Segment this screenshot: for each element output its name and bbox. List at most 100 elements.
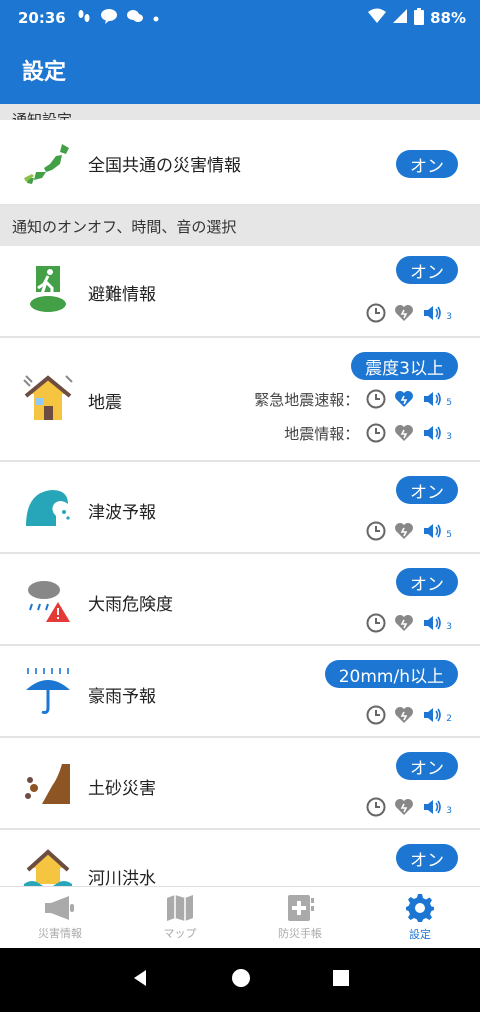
heavy-rain-risk-row[interactable]: 大雨危険度 オン 3 bbox=[0, 554, 480, 646]
status-bar: 20:36 88% bbox=[0, 0, 480, 36]
nav-label: マップ bbox=[163, 927, 197, 940]
status-time: 20:36 bbox=[18, 9, 66, 27]
page-title: 設定 bbox=[22, 60, 67, 85]
clock-icon[interactable] bbox=[365, 796, 387, 818]
vibration-icon[interactable] bbox=[393, 422, 415, 444]
eew-settings[interactable]: 緊急地震速報： 5 bbox=[254, 388, 452, 410]
recents-icon[interactable] bbox=[332, 969, 350, 991]
system-navigation-bar bbox=[0, 948, 480, 1012]
common-disaster-row[interactable]: 全国共通の災害情報 オン bbox=[0, 120, 480, 206]
river-flood-label: 河川洪水 bbox=[88, 869, 156, 886]
landslide-label: 土砂災害 bbox=[88, 779, 156, 799]
gear-icon bbox=[406, 894, 434, 922]
sound-icon[interactable] bbox=[421, 302, 443, 324]
sound-number: 5 bbox=[446, 530, 452, 540]
settings-list[interactable]: 通知設定 全国共通の災害情報 オン 通知のオンオフ、時間、音の選択 避難情報 オ… bbox=[0, 104, 480, 886]
sound-number: 3 bbox=[446, 312, 452, 322]
sound-number: 5 bbox=[446, 398, 452, 408]
river-flood-row[interactable]: 河川洪水 オン 3 bbox=[0, 830, 480, 886]
earthquake-label: 地震 bbox=[88, 393, 122, 413]
sound-icon[interactable] bbox=[421, 422, 443, 444]
nav-label: 防災手帳 bbox=[278, 927, 322, 940]
vibration-icon[interactable] bbox=[393, 796, 415, 818]
clock-icon[interactable] bbox=[365, 612, 387, 634]
earthquake-intensity-pill[interactable]: 震度3以上 bbox=[351, 352, 458, 380]
umbrella-rain-icon bbox=[22, 666, 74, 718]
nav-map[interactable]: マップ bbox=[120, 887, 240, 948]
clock-icon[interactable] bbox=[365, 520, 387, 542]
clock-icon[interactable] bbox=[365, 388, 387, 410]
sound-icon[interactable] bbox=[421, 520, 443, 542]
common-disaster-toggle[interactable]: オン bbox=[396, 150, 458, 178]
nav-settings[interactable]: 設定 bbox=[360, 887, 480, 948]
quake-info-settings[interactable]: 地震情報： 3 bbox=[284, 422, 452, 444]
evacuation-label: 避難情報 bbox=[88, 285, 156, 305]
sound-icon[interactable] bbox=[421, 612, 443, 634]
vibration-icon[interactable] bbox=[393, 302, 415, 324]
tsunami-settings[interactable]: 5 bbox=[365, 520, 452, 542]
back-icon[interactable] bbox=[130, 968, 150, 992]
battery-icon bbox=[414, 7, 425, 29]
tsunami-toggle[interactable]: オン bbox=[396, 476, 458, 504]
section-header-notification: 通知のオンオフ、時間、音の選択 bbox=[0, 206, 480, 246]
bottom-navigation: 災害情報 マップ 防災手帳 設定 bbox=[0, 886, 480, 948]
notification-icons bbox=[76, 8, 160, 28]
eew-label: 緊急地震速報： bbox=[254, 390, 360, 409]
chat-icon bbox=[126, 8, 144, 28]
common-disaster-label: 全国共通の災害情報 bbox=[88, 156, 241, 176]
clock-icon[interactable] bbox=[365, 704, 387, 726]
nav-label: 設定 bbox=[409, 928, 431, 941]
home-icon[interactable] bbox=[231, 968, 251, 992]
flood-icon bbox=[22, 848, 74, 886]
nav-label: 災害情報 bbox=[38, 927, 82, 940]
app-bar: 設定 bbox=[0, 36, 480, 104]
landslide-toggle[interactable]: オン bbox=[396, 752, 458, 780]
earthquake-icon bbox=[22, 374, 74, 426]
sound-number: 3 bbox=[446, 432, 452, 442]
dot-icon bbox=[152, 9, 160, 27]
japan-map-icon bbox=[22, 138, 74, 190]
vibration-icon[interactable] bbox=[393, 520, 415, 542]
clock-icon[interactable] bbox=[365, 422, 387, 444]
earthquake-row[interactable]: 地震 震度3以上 緊急地震速報： 5 地震情報： 3 bbox=[0, 338, 480, 462]
section-title: 通知のオンオフ、時間、音の選択 bbox=[12, 217, 237, 236]
megaphone-icon bbox=[45, 896, 74, 920]
torrential-rain-settings[interactable]: 2 bbox=[365, 704, 452, 726]
vibration-icon[interactable] bbox=[393, 704, 415, 726]
vibration-icon[interactable] bbox=[393, 612, 415, 634]
nav-notebook[interactable]: 防災手帳 bbox=[240, 887, 360, 948]
battery-percent: 88% bbox=[430, 9, 466, 27]
signal-icon bbox=[392, 8, 408, 28]
heavy-rain-risk-toggle[interactable]: オン bbox=[396, 568, 458, 596]
map-icon bbox=[167, 895, 193, 921]
landslide-icon bbox=[22, 758, 74, 810]
torrential-rain-threshold-pill[interactable]: 20mm/h以上 bbox=[324, 660, 458, 688]
tsunami-row[interactable]: 津波予報 オン 5 bbox=[0, 462, 480, 554]
sound-icon[interactable] bbox=[421, 796, 443, 818]
wifi-icon bbox=[368, 8, 387, 28]
torrential-rain-row[interactable]: 豪雨予報 20mm/h以上 2 bbox=[0, 646, 480, 738]
nav-disaster-info[interactable]: 災害情報 bbox=[0, 887, 120, 948]
landslide-settings[interactable]: 3 bbox=[365, 796, 452, 818]
line-icon bbox=[100, 8, 118, 28]
status-right: 88% bbox=[368, 7, 466, 29]
landslide-row[interactable]: 土砂災害 オン 3 bbox=[0, 738, 480, 830]
sound-number: 3 bbox=[446, 622, 452, 632]
evacuation-toggle[interactable]: オン bbox=[396, 256, 458, 284]
notebook-icon bbox=[288, 895, 314, 921]
sound-icon[interactable] bbox=[421, 388, 443, 410]
footsteps-icon bbox=[76, 8, 92, 28]
river-flood-toggle[interactable]: オン bbox=[396, 844, 458, 872]
section-header-partial: 通知設定 bbox=[0, 104, 480, 120]
heavy-rain-risk-settings[interactable]: 3 bbox=[365, 612, 452, 634]
sound-number: 3 bbox=[446, 806, 452, 816]
vibration-icon[interactable] bbox=[393, 388, 415, 410]
torrential-rain-label: 豪雨予報 bbox=[88, 687, 156, 707]
sound-icon[interactable] bbox=[421, 704, 443, 726]
heavy-rain-risk-label: 大雨危険度 bbox=[88, 595, 173, 615]
clock-icon[interactable] bbox=[365, 302, 387, 324]
tsunami-label: 津波予報 bbox=[88, 503, 156, 523]
rain-warning-icon bbox=[22, 574, 74, 626]
evacuation-row[interactable]: 避難情報 オン 3 bbox=[0, 246, 480, 338]
evacuation-settings[interactable]: 3 bbox=[365, 302, 452, 324]
